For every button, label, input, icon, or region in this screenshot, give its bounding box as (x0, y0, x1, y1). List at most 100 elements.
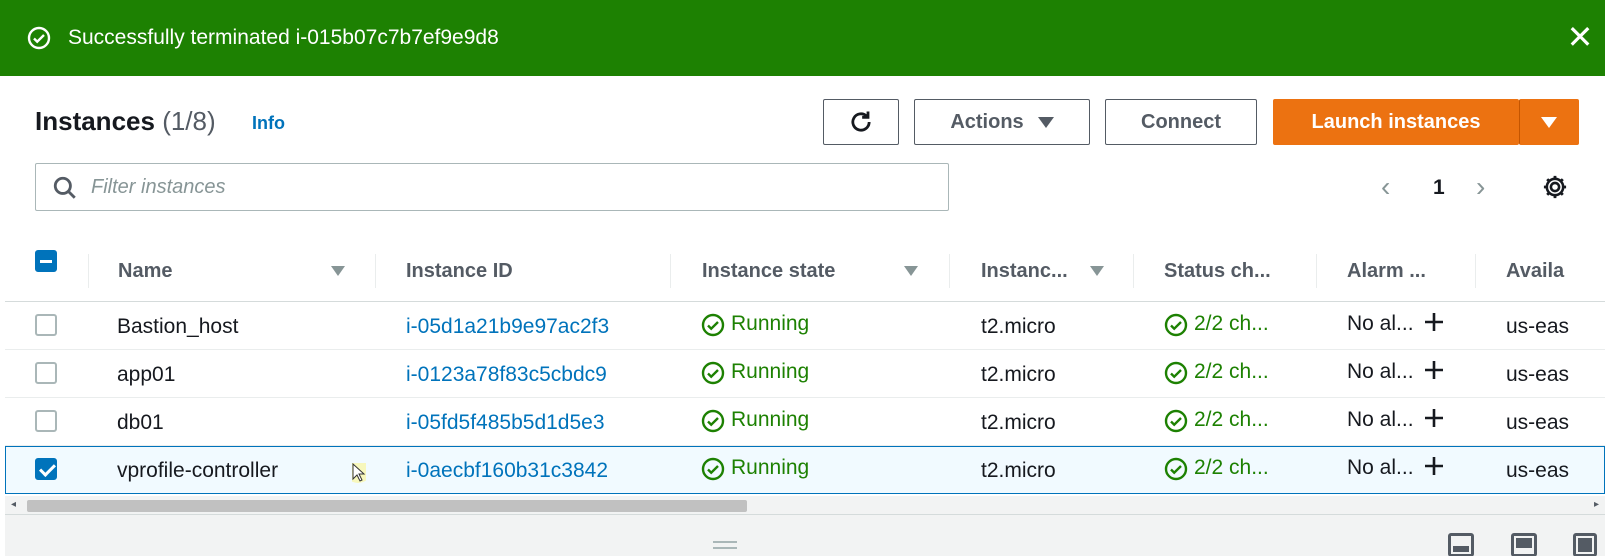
instance-type: t2.micro (981, 459, 1056, 482)
table-header: Name Instance ID Instance state Instanc.… (5, 240, 1605, 302)
filter-instances-input[interactable] (91, 172, 931, 202)
row-checkbox[interactable] (35, 362, 57, 384)
page-title: Instances (1/8) (35, 104, 216, 138)
sort-icon[interactable] (904, 266, 918, 276)
instance-state: Running (731, 408, 810, 431)
table-row-selected[interactable]: vprofile-controller i-0aecbf160b31c3842 … (5, 446, 1605, 494)
instance-type: t2.micro (981, 411, 1056, 434)
split-panel-footer (5, 514, 1605, 556)
instance-count: (1/8) (162, 106, 216, 136)
launch-instances-button[interactable]: Launch instances (1273, 99, 1519, 145)
instance-name: app01 (117, 363, 176, 386)
gear-icon[interactable] (1541, 173, 1569, 201)
plus-icon[interactable] (1422, 406, 1446, 430)
table-row[interactable]: db01 i-05fd5f485b5d1d5e3 Running t2.micr… (5, 398, 1605, 446)
alarm-status: No al... (1347, 312, 1414, 335)
column-status-check[interactable]: Status ch... (1164, 258, 1271, 284)
info-link[interactable]: Info (252, 113, 285, 134)
column-name[interactable]: Name (118, 258, 172, 284)
search-icon (53, 176, 76, 199)
flash-message: Successfully terminated i-015b07c7b7ef9e… (68, 26, 499, 49)
instance-name: Bastion_host (117, 315, 239, 338)
sort-icon[interactable] (1090, 266, 1104, 276)
check-circle-icon (1164, 409, 1188, 433)
instance-id-link[interactable]: i-0123a78f83c5cbdc9 (406, 362, 607, 388)
refresh-icon (851, 111, 871, 132)
instance-state: Running (731, 312, 810, 335)
availability-zone: us-eas (1506, 363, 1570, 386)
column-instance-id[interactable]: Instance ID (406, 258, 513, 284)
scrollbar-thumb[interactable] (27, 500, 747, 512)
status-check[interactable]: 2/2 ch... (1194, 359, 1269, 385)
drag-handle-icon[interactable] (713, 541, 737, 549)
plus-icon[interactable] (1422, 358, 1446, 382)
status-check[interactable]: 2/2 ch... (1194, 311, 1269, 337)
row-checkbox[interactable] (35, 410, 57, 432)
instance-name: db01 (117, 411, 164, 434)
close-icon[interactable]: ✕ (1563, 20, 1597, 54)
status-check[interactable]: 2/2 ch... (1194, 455, 1269, 481)
table-row[interactable]: Bastion_host i-05d1a21b9e97ac2f3 Running… (5, 302, 1605, 350)
connect-button[interactable]: Connect (1105, 99, 1257, 145)
check-circle-icon (1164, 313, 1188, 337)
caret-down-icon (1037, 116, 1054, 128)
success-flashbar: Successfully terminated i-015b07c7b7ef9e… (0, 0, 1605, 76)
caret-down-icon (1541, 116, 1557, 128)
instance-name: vprofile-controller (117, 459, 279, 482)
column-separator (670, 254, 671, 288)
chevron-left-icon[interactable]: ‹ (1381, 172, 1390, 202)
launch-label: Launch instances (1311, 110, 1481, 133)
check-circle-icon (701, 409, 725, 433)
column-availability-zone[interactable]: Availa (1506, 258, 1564, 284)
actions-label: Actions (950, 110, 1024, 133)
column-alarm-status[interactable]: Alarm ... (1347, 258, 1426, 284)
table-row[interactable]: app01 i-0123a78f83c5cbdc9 Running t2.mic… (5, 350, 1605, 398)
scroll-right-arrow-icon[interactable]: ▸ (1594, 499, 1599, 510)
instance-type: t2.micro (981, 315, 1056, 338)
instance-state: Running (731, 456, 810, 479)
layout-top-icon[interactable] (1511, 533, 1537, 556)
horizontal-scrollbar[interactable]: ◂ ▸ (5, 496, 1605, 514)
actions-button[interactable]: Actions (914, 99, 1090, 145)
connect-label: Connect (1141, 110, 1221, 133)
instance-id-link[interactable]: i-05d1a21b9e97ac2f3 (406, 314, 609, 340)
scroll-left-arrow-icon[interactable]: ◂ (11, 499, 16, 510)
check-circle-icon (27, 26, 51, 50)
column-separator (1316, 254, 1317, 288)
availability-zone: us-eas (1506, 315, 1570, 338)
status-check[interactable]: 2/2 ch... (1194, 407, 1269, 433)
column-separator (1133, 254, 1134, 288)
row-checkbox[interactable] (35, 458, 57, 480)
check-circle-icon (701, 313, 725, 337)
availability-zone: us-eas (1506, 459, 1570, 482)
sort-icon[interactable] (331, 266, 345, 276)
column-instance-type[interactable]: Instanc... (981, 258, 1068, 284)
alarm-status: No al... (1347, 408, 1414, 431)
check-circle-icon (1164, 361, 1188, 385)
title-text: Instances (35, 106, 155, 136)
refresh-button[interactable] (823, 99, 899, 145)
instance-type: t2.micro (981, 363, 1056, 386)
check-circle-icon (701, 361, 725, 385)
instance-id-link[interactable]: i-05fd5f485b5d1d5e3 (406, 410, 605, 436)
plus-icon[interactable] (1422, 454, 1446, 478)
alarm-status: No al... (1347, 456, 1414, 479)
check-circle-icon (701, 457, 725, 481)
plus-icon[interactable] (1422, 310, 1446, 334)
column-separator (949, 254, 950, 288)
page-number[interactable]: 1 (1433, 174, 1445, 202)
instance-state: Running (731, 360, 810, 383)
alarm-status: No al... (1347, 360, 1414, 383)
mouse-cursor-icon (352, 463, 366, 483)
filter-box (35, 163, 949, 211)
column-instance-state[interactable]: Instance state (702, 258, 835, 284)
instance-id-link[interactable]: i-0aecbf160b31c3842 (406, 458, 608, 484)
select-all-checkbox[interactable] (35, 250, 57, 272)
layout-bottom-icon[interactable] (1448, 533, 1474, 556)
chevron-right-icon[interactable]: › (1476, 172, 1485, 202)
layout-full-icon[interactable] (1573, 533, 1597, 556)
row-checkbox[interactable] (35, 314, 57, 336)
launch-dropdown-button[interactable] (1519, 99, 1579, 145)
column-separator (375, 254, 376, 288)
column-separator (1475, 254, 1476, 288)
